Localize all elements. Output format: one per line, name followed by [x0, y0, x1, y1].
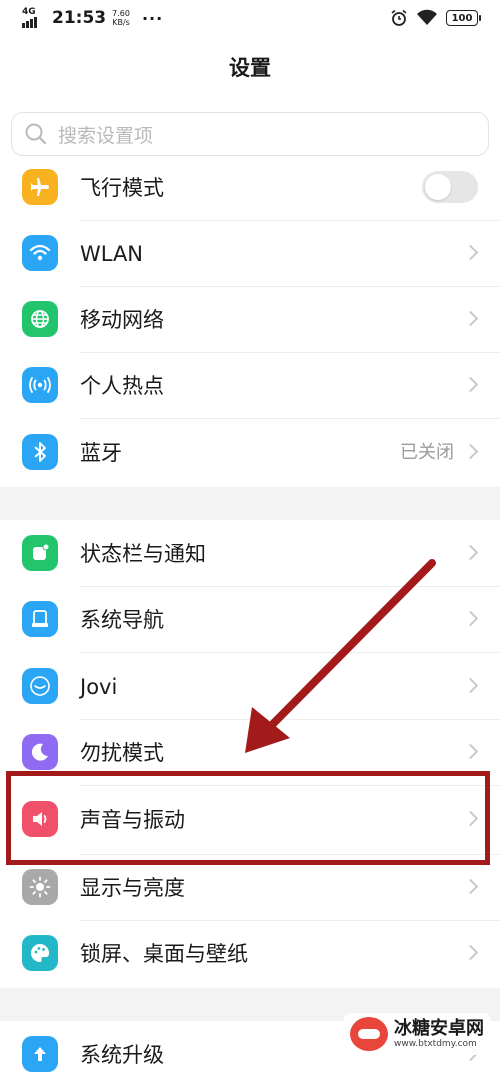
- watermark: 冰糖安卓网 www.btxtdmy.com: [344, 1013, 490, 1055]
- watermark-name: 冰糖安卓网: [394, 1017, 484, 1039]
- watermark-logo-icon: [350, 1017, 388, 1051]
- annotation-highlight-box: [6, 771, 490, 865]
- annotation-arrow: [245, 559, 436, 753]
- watermark-url: www.btxtdmy.com: [394, 1038, 477, 1049]
